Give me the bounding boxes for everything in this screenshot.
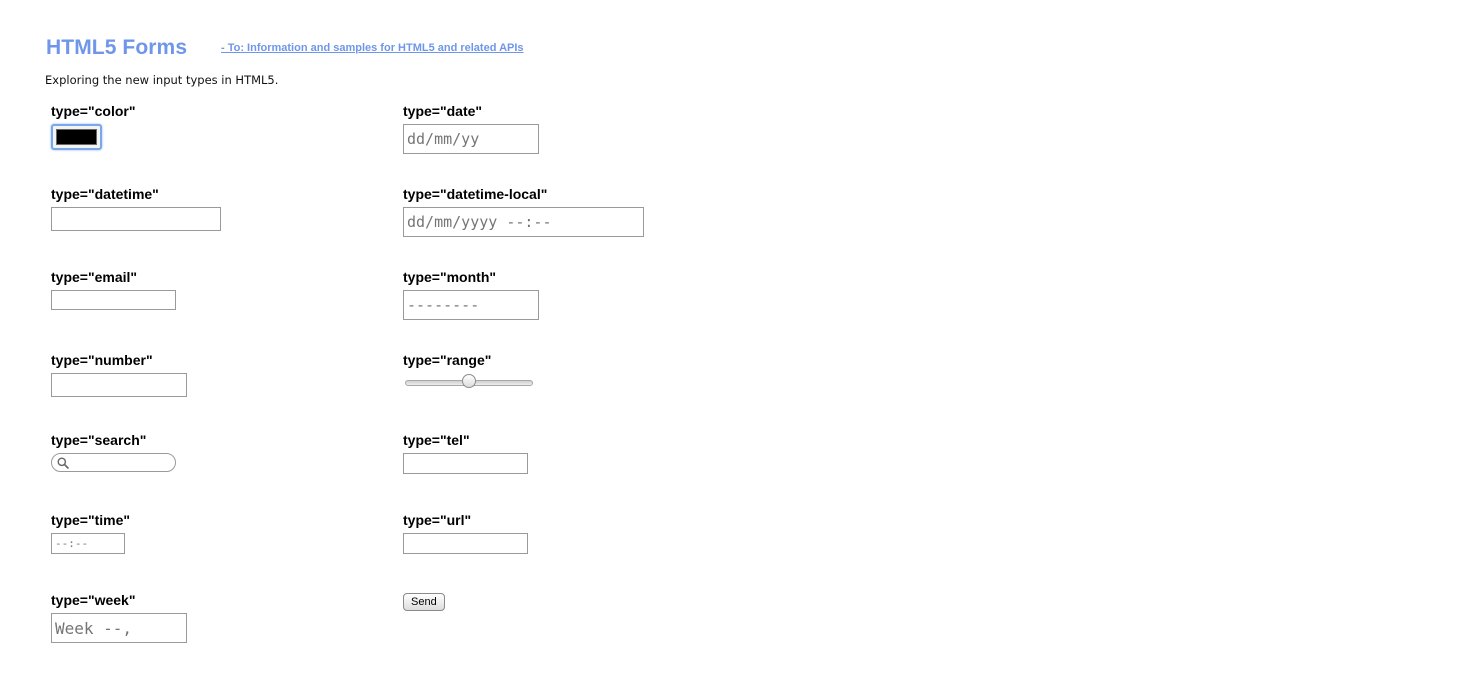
label-datetime: type="datetime" (51, 186, 159, 202)
label-search: type="search" (51, 432, 147, 448)
field-search: type="search" (51, 432, 176, 472)
search-input[interactable] (51, 453, 176, 472)
field-datetime-local: type="datetime-local" (403, 186, 644, 237)
search-text-field[interactable] (72, 455, 170, 470)
field-url: type="url" (403, 512, 528, 554)
label-tel: type="tel" (403, 432, 470, 448)
label-color: type="color" (51, 103, 136, 119)
field-week: type="week" (51, 592, 187, 643)
field-send: Send (403, 592, 445, 611)
field-color: type="color" (51, 103, 135, 150)
month-input[interactable] (403, 290, 539, 320)
range-thumb[interactable] (462, 374, 476, 388)
field-range: type="range" (403, 352, 533, 391)
label-datetime-local: type="datetime-local" (403, 186, 548, 202)
field-tel: type="tel" (403, 432, 528, 474)
field-email: type="email" (51, 269, 176, 310)
range-slider[interactable] (403, 373, 533, 391)
label-url: type="url" (403, 512, 472, 528)
time-input[interactable] (51, 533, 125, 554)
number-input[interactable] (51, 373, 187, 397)
label-email: type="email" (51, 269, 138, 285)
field-datetime: type="datetime" (51, 186, 221, 231)
page: HTML5 Forms - To: Information and sample… (0, 0, 1469, 689)
intro-text: Exploring the new input types in HTML5. (45, 73, 279, 87)
label-number: type="number" (51, 352, 153, 368)
field-number: type="number" (51, 352, 187, 397)
url-input[interactable] (403, 533, 528, 554)
datetime-local-input[interactable] (403, 207, 644, 237)
send-button[interactable]: Send (403, 593, 445, 611)
field-date: type="date" (403, 103, 539, 154)
color-picker[interactable] (51, 124, 102, 150)
week-input[interactable] (51, 613, 187, 643)
tel-input[interactable] (403, 453, 528, 474)
field-month: type="month" (403, 269, 539, 320)
label-date: type="date" (403, 103, 483, 119)
label-week: type="week" (51, 592, 136, 608)
label-month: type="month" (403, 269, 497, 285)
field-time: type="time" (51, 512, 130, 554)
color-swatch (56, 129, 97, 145)
date-input[interactable] (403, 124, 539, 154)
datetime-input[interactable] (51, 207, 221, 231)
page-title: HTML5 Forms (46, 36, 188, 59)
label-time: type="time" (51, 512, 131, 528)
search-icon (57, 457, 69, 469)
label-range: type="range" (403, 352, 492, 368)
info-link[interactable]: - To: Information and samples for HTML5 … (221, 42, 524, 54)
email-input[interactable] (51, 290, 176, 310)
